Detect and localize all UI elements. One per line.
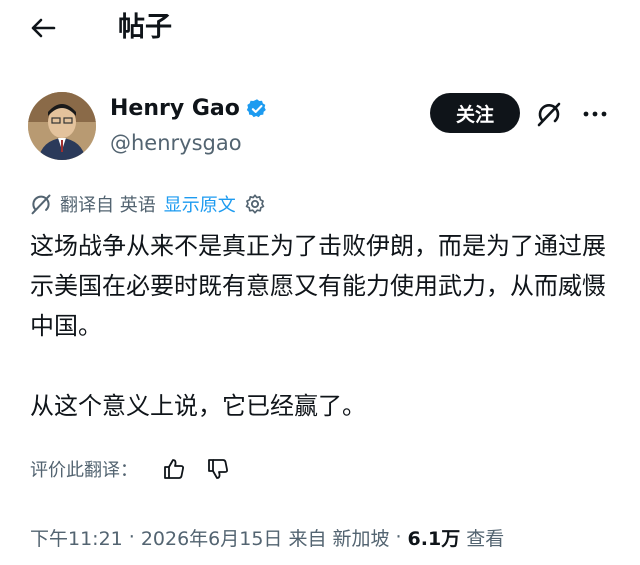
show-original-link[interactable]: 显示原文 (164, 191, 236, 217)
tweet-body: 这场战争从来不是真正为了击败伊朗，而是为了通过展示美国在必要时既有意愿又有能力使… (30, 226, 620, 426)
avatar[interactable] (28, 92, 96, 160)
grok-icon (537, 102, 561, 127)
translate-icon (31, 194, 51, 215)
thumbs-down-icon (208, 459, 228, 479)
top-bar: 帖子 (0, 0, 640, 56)
views-count[interactable]: 6.1万 (408, 524, 461, 551)
tweet-paragraph: 这场战争从来不是真正为了击败伊朗，而是为了通过展示美国在必要时既有意愿又有能力使… (30, 232, 606, 340)
rate-translation-row: 评价此翻译： (30, 454, 232, 484)
follow-button[interactable]: 关注 (430, 93, 520, 133)
more-icon (583, 111, 607, 117)
thumbs-up-button[interactable] (160, 455, 188, 483)
thumbs-down-button[interactable] (204, 455, 232, 483)
rate-translation-label: 评价此翻译： (30, 460, 138, 481)
author-handle[interactable]: @henrysgao (110, 128, 242, 158)
post-page: 帖子 Henry Gao @henrysgao 关注 翻译自 英语 显示原文 这… (0, 0, 640, 565)
post-time[interactable]: 下午11:21 (30, 524, 123, 551)
grok-button[interactable] (535, 100, 563, 128)
tweet-paragraph: 从这个意义上说，它已经赢了。 (30, 392, 366, 420)
page-title: 帖子 (118, 12, 172, 43)
verified-badge-icon (246, 99, 266, 118)
author-display-name[interactable]: Henry Gao (110, 94, 240, 124)
thumbs-up-icon (164, 459, 184, 479)
meta-separator: · (395, 526, 402, 548)
translation-row: 翻译自 英语 显示原文 (30, 190, 266, 218)
meta-separator: · (128, 526, 135, 548)
views-label[interactable]: 查看 (466, 524, 504, 551)
translated-from-label: 翻译自 英语 (60, 195, 156, 216)
gear-icon[interactable] (244, 193, 266, 215)
back-arrow-icon (31, 18, 56, 38)
avatar-image (28, 92, 96, 160)
post-date[interactable]: 2026年6月15日 (141, 524, 283, 551)
more-options-button[interactable] (580, 100, 610, 128)
author-name-row[interactable]: Henry Gao (110, 94, 268, 124)
post-meta-row: 下午11:21 · 2026年6月15日 来自 新加坡 · 6.1万 查看 (30, 522, 504, 552)
back-button[interactable] (28, 16, 58, 40)
post-location: 来自 新加坡 (288, 527, 390, 550)
